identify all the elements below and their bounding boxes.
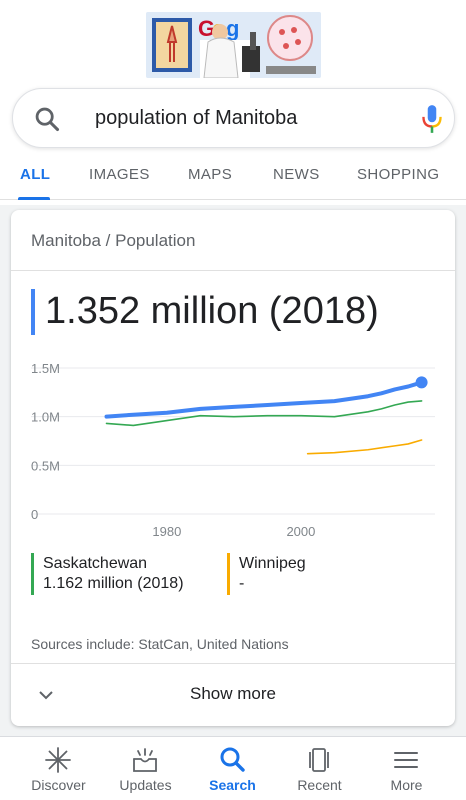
microphone-icon[interactable] xyxy=(419,103,445,135)
y-tick-label: 0.5M xyxy=(31,458,60,473)
legend-value: - xyxy=(239,575,245,592)
legend-value: 1.162 million (2018) xyxy=(43,575,184,592)
google-doodle[interactable]: G o g xyxy=(146,12,321,78)
nav-recent[interactable]: Recent xyxy=(273,737,366,800)
nav-discover[interactable]: Discover xyxy=(12,737,105,800)
recent-icon xyxy=(309,748,329,772)
search-icon[interactable] xyxy=(33,105,61,133)
x-tick-label: 2000 xyxy=(286,524,315,539)
nav-label: Recent xyxy=(297,777,342,793)
answer-accent-bar xyxy=(31,289,35,335)
show-more-label: Show more xyxy=(190,684,276,703)
legend-color-swatch xyxy=(227,553,230,595)
breadcrumb[interactable]: Manitoba / Population xyxy=(31,231,195,251)
bottom-navigation: Discover Updates Search Recent More xyxy=(0,736,466,800)
search-query[interactable]: population of Manitoba xyxy=(95,107,297,130)
y-tick-label: 0 xyxy=(31,507,38,522)
svg-text:g: g xyxy=(226,16,239,41)
series-line-manitoba xyxy=(104,380,424,419)
y-tick-label: 1.0M xyxy=(31,410,60,425)
legend-winnipeg[interactable]: Winnipeg - xyxy=(227,553,377,595)
nav-label: More xyxy=(390,777,423,793)
divider xyxy=(11,270,455,271)
series-line-winnipeg xyxy=(306,439,423,455)
nav-label: Updates xyxy=(119,777,172,793)
legend-name: Winnipeg xyxy=(239,555,306,572)
tab-news[interactable]: NEWS xyxy=(273,166,320,183)
nav-label: Discover xyxy=(31,777,86,793)
nav-more[interactable]: More xyxy=(360,737,453,800)
legend-name: Saskatchewan xyxy=(43,555,148,572)
search-tabs: ALL IMAGES MAPS NEWS SHOPPING xyxy=(0,160,466,200)
nav-updates[interactable]: Updates xyxy=(99,737,192,800)
top-bar: G o g population of Manitoba xyxy=(0,0,466,205)
legend-saskatchewan[interactable]: Saskatchewan 1.162 million (2018) xyxy=(31,553,201,595)
tab-shopping[interactable]: SHOPPING xyxy=(357,166,439,183)
asterisk-icon xyxy=(45,747,71,773)
y-tick-label: 1.5M xyxy=(31,361,60,376)
search-icon xyxy=(220,747,245,772)
updates-icon xyxy=(133,748,157,772)
series-endpoint-manitoba xyxy=(415,376,428,389)
x-tick-label: 1980 xyxy=(152,524,181,539)
active-tab-indicator xyxy=(18,197,50,200)
show-more-button[interactable]: Show more xyxy=(11,664,455,726)
nav-search[interactable]: Search xyxy=(186,737,279,800)
menu-icon xyxy=(394,752,418,768)
population-card: Manitoba / Population 1.352 million (201… xyxy=(11,210,455,726)
search-box[interactable]: population of Manitoba xyxy=(12,88,455,148)
legend-color-swatch xyxy=(31,553,34,595)
tab-all[interactable]: ALL xyxy=(20,166,50,183)
population-chart[interactable]: 0 0.5M 1.0M 1.5M 1980 2000 xyxy=(11,350,455,550)
population-answer: 1.352 million (2018) xyxy=(45,290,379,332)
sources-text: Sources include: StatCan, United Nations xyxy=(31,636,289,652)
tab-maps[interactable]: MAPS xyxy=(188,166,232,183)
nav-label: Search xyxy=(209,777,256,793)
tab-images[interactable]: IMAGES xyxy=(89,166,150,183)
